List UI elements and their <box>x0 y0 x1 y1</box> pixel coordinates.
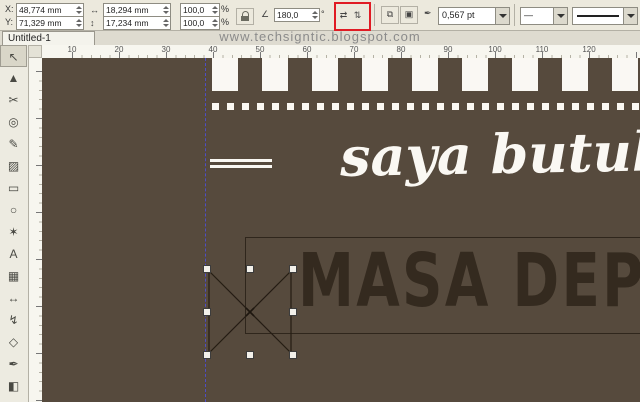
selection-handle-w[interactable] <box>203 308 211 316</box>
x-position-field <box>16 3 84 17</box>
ruler-number: 120 <box>582 45 596 54</box>
zoom-tool[interactable]: ◎ <box>0 111 27 133</box>
x-label: X: <box>5 4 14 14</box>
object-width-field <box>103 3 171 17</box>
mirror-horizontal-button[interactable]: ⇄ <box>337 6 350 24</box>
ruler-number: 20 <box>114 45 124 54</box>
outline-width-combo[interactable]: 0,567 pt <box>438 7 510 25</box>
ruler-number: 30 <box>161 45 171 54</box>
selection-overlay <box>203 265 297 359</box>
x-position-input[interactable] <box>18 4 76 15</box>
selection-handle-se[interactable] <box>289 351 297 359</box>
percent-label-h: % <box>221 4 230 14</box>
object-width-input[interactable] <box>105 4 163 15</box>
scale-v-field <box>180 16 220 30</box>
annotation-highlight: ⇄ ⇅ <box>334 2 371 31</box>
rotation-angle-icon: ∠ <box>261 9 270 19</box>
line-style-combo[interactable]: — <box>520 7 568 25</box>
ruler-number: 80 <box>396 45 406 54</box>
separator <box>374 4 375 26</box>
rotation-angle-input[interactable] <box>276 9 312 20</box>
crop-tool[interactable]: ✂ <box>0 89 27 111</box>
selection-handle-e[interactable] <box>289 308 297 316</box>
rectangle-tool[interactable]: ▭ <box>0 177 27 199</box>
scale-h-input[interactable] <box>182 4 212 15</box>
y-position-field <box>16 16 84 30</box>
ruler-number: 90 <box>443 45 453 54</box>
selection-handle-nw[interactable] <box>203 265 211 273</box>
table-tool[interactable]: ▦ <box>0 265 27 287</box>
percent-label-v: % <box>221 17 230 27</box>
ruler-number: 100 <box>488 45 502 54</box>
text-tool[interactable]: A <box>0 243 27 265</box>
ellipse-tool[interactable]: ○ <box>0 199 27 221</box>
scale-h-field <box>180 3 220 17</box>
arrowhead-style-combo[interactable] <box>572 7 638 25</box>
object-height-input[interactable] <box>105 17 163 28</box>
wrap-paragraph-text-button[interactable]: ▣ <box>400 6 418 24</box>
object-width-icon: ↔ <box>90 5 99 15</box>
dropdown-arrow-icon[interactable] <box>623 8 637 24</box>
toolbox: ↖ ▲ ✂ ◎ ✎ ▨ ▭ ○ ✶ A ▦ ↔ ↯ ◇ ✒ ◧ <box>0 45 29 402</box>
object-height-field <box>103 16 171 30</box>
rotation-angle-field <box>274 8 320 22</box>
selection-handle-s[interactable] <box>246 351 254 359</box>
ruler-corner <box>28 45 42 58</box>
ruler-number: 10 <box>67 45 77 54</box>
freehand-tool[interactable]: ✎ <box>0 133 27 155</box>
property-bar: X: Y: ↔ ↕ % % ∠ ° ⇄ ⇅ ⧉ ▣ ✒ 0,567 pt — <box>0 0 640 31</box>
polygon-tool[interactable]: ✶ <box>0 221 27 243</box>
watermark-text: www.techsigntic.blogspot.com <box>219 29 421 44</box>
drawing-canvas[interactable]: saya butuh MASA DEPA <box>42 58 640 402</box>
outline-pen-tool[interactable]: ✒ <box>0 353 27 375</box>
scale-v-input[interactable] <box>182 17 212 28</box>
degree-label: ° <box>321 9 325 19</box>
ruler-number: 50 <box>255 45 265 54</box>
document-tab[interactable]: Untitled-1 <box>2 31 95 45</box>
fill-tool[interactable]: ◧ <box>0 375 27 397</box>
selection-handle-ne[interactable] <box>289 265 297 273</box>
convert-to-curves-button[interactable]: ⧉ <box>381 6 399 24</box>
dropdown-arrow-icon[interactable] <box>495 8 509 24</box>
smart-fill-tool[interactable]: ▨ <box>0 155 27 177</box>
ruler-number: 40 <box>208 45 218 54</box>
vertical-ruler[interactable] <box>28 58 43 402</box>
dropdown-arrow-icon[interactable] <box>553 8 567 24</box>
y-position-input[interactable] <box>18 17 76 28</box>
outline-pen-icon: ✒ <box>424 8 432 18</box>
separator <box>514 4 515 26</box>
line-style-value: — <box>524 10 533 20</box>
connector-tool[interactable]: ↯ <box>0 309 27 331</box>
pick-tool[interactable]: ↖ <box>0 45 27 67</box>
app-window: { "property_bar": { "x_label": "X:", "y_… <box>0 0 640 402</box>
mirror-vertical-button[interactable]: ⇅ <box>351 6 364 24</box>
selection-handle-n[interactable] <box>246 265 254 273</box>
blend-tool[interactable]: ◇ <box>0 331 27 353</box>
outline-width-value: 0,567 pt <box>442 10 475 20</box>
horizontal-ruler[interactable]: 10 20 30 40 50 60 70 80 90 100 110 120 <box>42 45 640 59</box>
ruler-number: 110 <box>535 45 549 54</box>
ruler-number: 70 <box>349 45 359 54</box>
ruler-number: 60 <box>302 45 312 54</box>
y-label: Y: <box>5 17 14 27</box>
selection-handle-sw[interactable] <box>203 351 211 359</box>
dimension-tool[interactable]: ↔ <box>0 287 27 309</box>
shape-tool[interactable]: ▲ <box>0 67 27 89</box>
object-height-icon: ↕ <box>90 18 95 28</box>
scale-lock-button[interactable] <box>236 8 254 25</box>
line-sample <box>577 15 619 17</box>
selection-center-marker[interactable] <box>245 307 255 317</box>
